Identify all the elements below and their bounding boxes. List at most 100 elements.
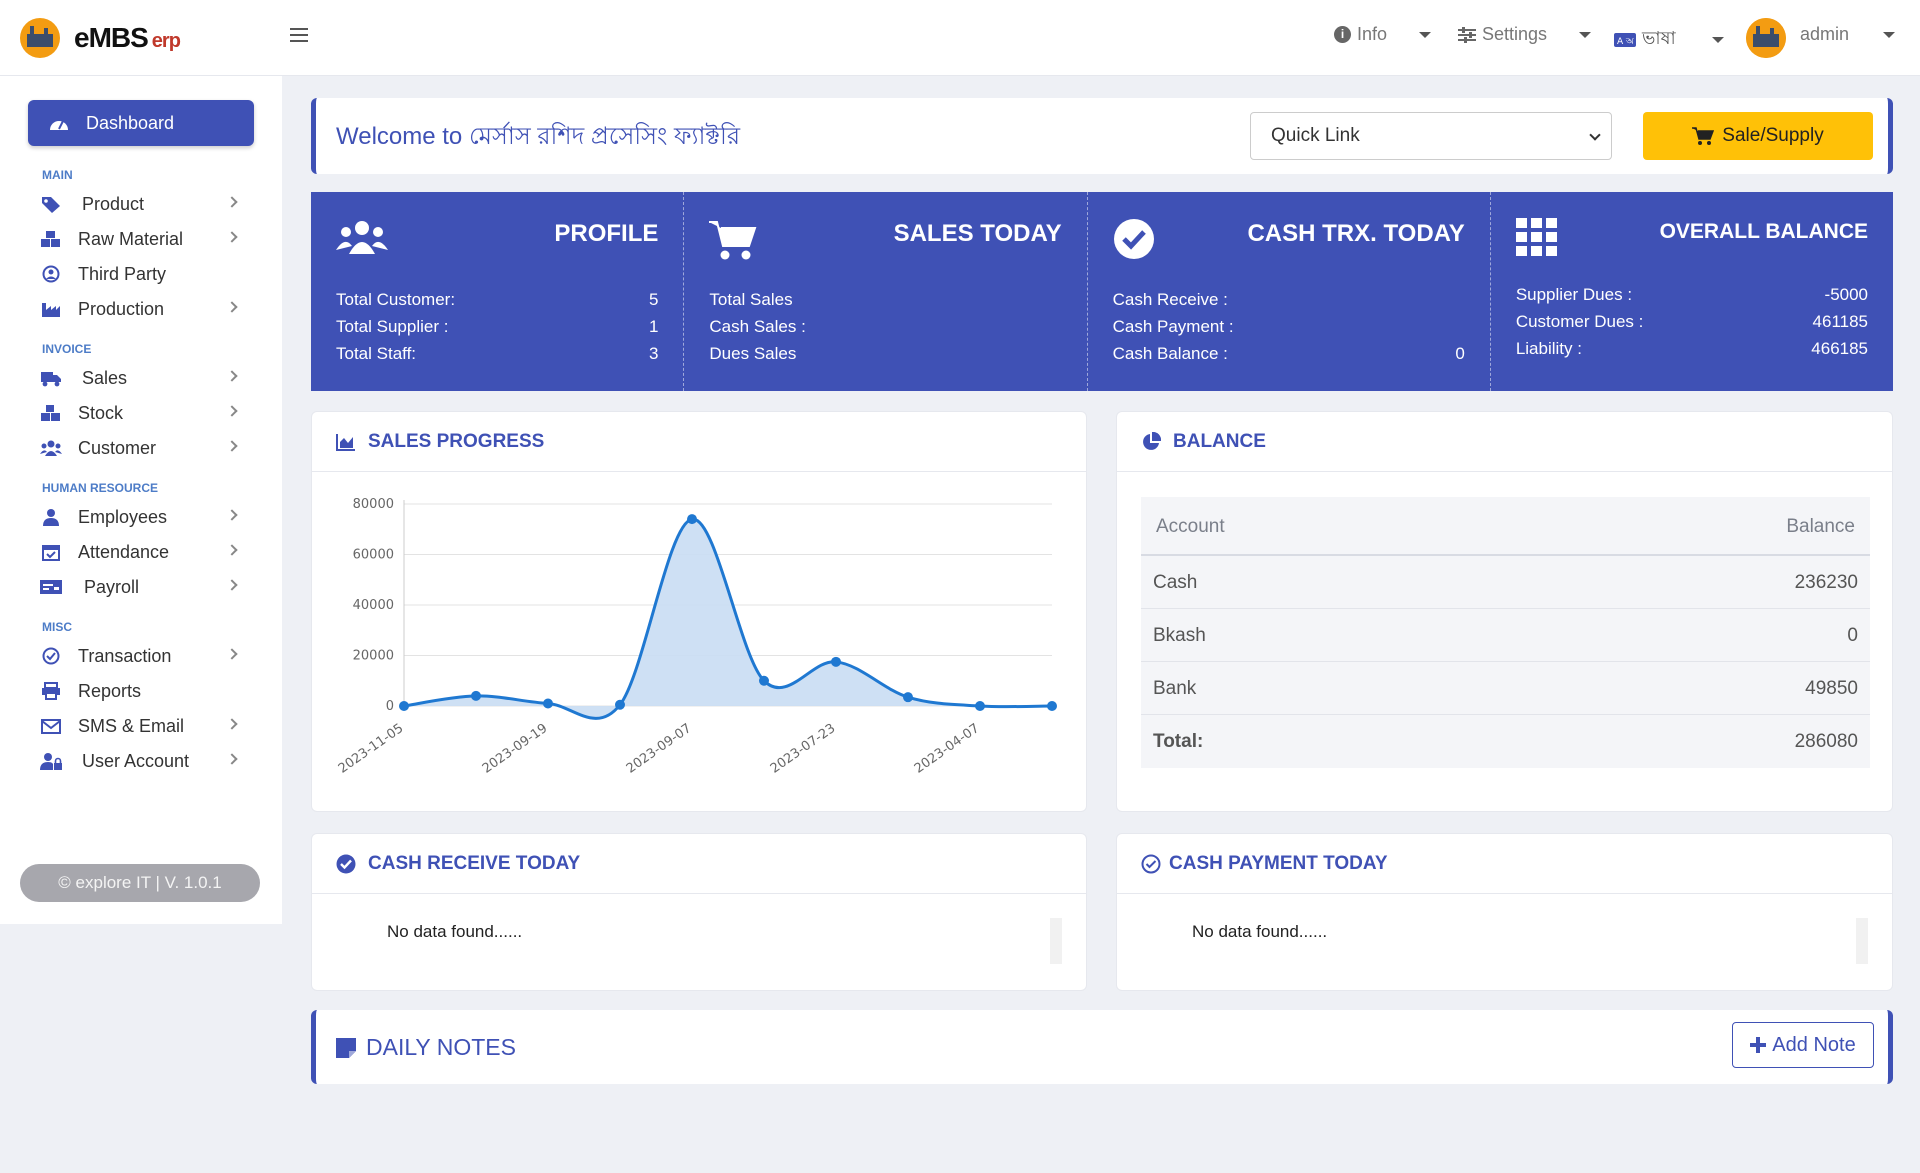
stat-row: Liability :466185 — [1515, 339, 1869, 358]
chevron-right-icon — [226, 405, 238, 417]
users-icon — [336, 218, 388, 263]
settings-menu[interactable]: Settings — [1458, 24, 1592, 45]
check-circle-icon — [1113, 218, 1155, 265]
balance-title: BALANCE — [1173, 430, 1266, 452]
chevron-right-icon — [226, 579, 238, 591]
user-menu[interactable]: admin — [1800, 24, 1896, 45]
sidebar-item-employees[interactable]: Employees — [40, 500, 240, 534]
balance-panel: BALANCE Account Balance Cash 236230 Bkash 0… — [1116, 411, 1893, 812]
sidebar-item-label: Product — [82, 193, 145, 214]
sales-progress-panel: SALES PROGRESS 0 20000 40000 60000 80000 2023… — [311, 411, 1087, 812]
daily-notes-title: DAILY NOTES — [366, 1034, 516, 1060]
sidebar-item-product[interactable]: Product — [40, 187, 240, 221]
empty-message: No data found...... — [1192, 922, 1328, 941]
chevron-right-icon — [226, 718, 238, 730]
sliders-icon — [1458, 26, 1476, 43]
sidebar-item-payroll[interactable]: Payroll — [40, 570, 240, 604]
data-point — [543, 698, 553, 709]
factory-logo-icon — [20, 18, 60, 58]
stat-row: Cash Sales : — [709, 317, 806, 336]
sidebar-item-reports[interactable]: Reports — [40, 674, 240, 708]
user-lock-icon — [40, 752, 62, 770]
industry-icon — [40, 300, 62, 318]
chevron-right-icon — [226, 301, 238, 313]
stat-row: Total Sales — [709, 290, 793, 309]
sidebar-item-dashboard[interactable]: Dashboard — [28, 100, 254, 146]
y-tick-label: 60000 — [353, 548, 394, 563]
sidebar-item-label: SMS & Email — [78, 715, 185, 736]
y-tick-label: 0 — [386, 699, 394, 714]
version-footer: © explore IT | V. 1.0.1 — [20, 864, 260, 902]
sidebar-item-label: Transaction — [78, 645, 172, 666]
table-row: Cash 236230 — [1141, 556, 1870, 609]
add-note-button[interactable]: Add Note — [1732, 1022, 1874, 1068]
sidebar-item-label: Customer — [78, 437, 157, 458]
check-circle-outline-icon — [1141, 854, 1161, 873]
add-note-label: Add Note — [1772, 1033, 1856, 1056]
sidebar-item-transaction[interactable]: Transaction — [40, 639, 240, 673]
stats-bar: PROFILE Total Customer: 5 Total Supplier … — [311, 192, 1893, 391]
chevron-right-icon — [226, 753, 238, 765]
user-label: admin — [1800, 24, 1850, 44]
stat-row: Dues Sales — [709, 344, 797, 363]
sidebar-item-user-account[interactable]: User Account — [40, 744, 240, 778]
data-point — [687, 514, 697, 525]
sales-progress-chart: 0 20000 40000 60000 80000 2023-11-05 2023-09-1… — [336, 497, 1057, 777]
chevron-right-icon — [226, 196, 238, 208]
language-menu[interactable]: Aঅ ভাষা — [1614, 24, 1724, 55]
sidebar-item-third-party[interactable]: Third Party — [40, 257, 240, 291]
sidebar: Dashboard MAIN Product Raw Material Thir… — [0, 76, 282, 924]
quick-link-select[interactable]: Quick Link — [1250, 112, 1612, 160]
chevron-right-icon — [226, 648, 238, 660]
info-icon: i — [1334, 26, 1351, 43]
menu-toggle-icon[interactable] — [290, 28, 308, 42]
stat-row: Total Customer: 5 — [336, 290, 659, 309]
user-tie-icon — [40, 508, 62, 526]
plus-icon — [1750, 1037, 1767, 1053]
user-avatar[interactable] — [1746, 18, 1786, 58]
sidebar-item-production[interactable]: Production — [40, 292, 240, 326]
x-tick-label: 2023-09-07 — [624, 721, 695, 777]
data-point — [615, 699, 625, 710]
area-chart-icon — [336, 433, 355, 451]
sidebar-item-label: User Account — [82, 750, 190, 771]
settings-label: Settings — [1482, 24, 1548, 44]
sidebar-item-label: Production — [78, 298, 165, 319]
y-tick-label: 40000 — [353, 598, 394, 613]
x-tick-label: 2023-11-05 — [336, 721, 407, 777]
stat-row: Total Staff: 3 — [336, 344, 659, 363]
sidebar-item-sms-email[interactable]: SMS & Email — [40, 709, 240, 743]
tags-icon — [40, 195, 62, 213]
sidebar-item-customer[interactable]: Customer — [40, 431, 240, 465]
info-menu[interactable]: i Info — [1334, 24, 1432, 45]
language-icon: Aঅ — [1614, 32, 1636, 47]
sale-supply-button[interactable]: Sale/Supply — [1643, 112, 1873, 160]
stat-row: Supplier Dues : -5000 — [1515, 285, 1869, 304]
chevron-right-icon — [226, 544, 238, 556]
sidebar-item-raw-material[interactable]: Raw Material — [40, 222, 240, 256]
sidebar-item-stock[interactable]: Stock — [40, 396, 240, 430]
data-point — [759, 675, 769, 686]
sidebar-item-attendance[interactable]: Attendance — [40, 535, 240, 569]
scrollbar[interactable] — [1050, 918, 1062, 964]
x-tick-label: 2023-07-23 — [768, 721, 839, 777]
overall-balance-stat: OVERALL BALANCE Supplier Dues : -5000 Cus… — [1491, 192, 1893, 391]
app-logo-text: eMBS erp — [74, 22, 181, 53]
profile-title: PROFILE — [554, 220, 659, 247]
stat-row: Customer Dues :461185 — [1515, 312, 1869, 331]
money-check-icon — [40, 578, 62, 596]
svg-text:A: A — [1617, 37, 1624, 47]
scrollbar[interactable] — [1856, 918, 1868, 964]
empty-message: No data found...... — [387, 922, 523, 941]
sales-today-title: SALES TODAY — [893, 220, 1062, 247]
app-logo[interactable]: eMBS erp — [20, 18, 181, 58]
cash-trx-stat: CASH TRX. TODAY Cash Receive : Cash Paym… — [1088, 192, 1491, 391]
x-tick-label: 2023-09-19 — [480, 721, 551, 777]
sidebar-item-label: Third Party — [78, 263, 167, 284]
cash-receive-title: CASH RECEIVE TODAY — [368, 852, 581, 874]
info-label: Info — [1357, 24, 1388, 44]
cash-payment-panel: CASH PAYMENT TODAY No data found...... — [1116, 833, 1893, 991]
y-tick-label: 20000 — [353, 649, 394, 664]
data-point — [903, 692, 913, 703]
sidebar-item-sales[interactable]: Sales — [40, 361, 240, 395]
